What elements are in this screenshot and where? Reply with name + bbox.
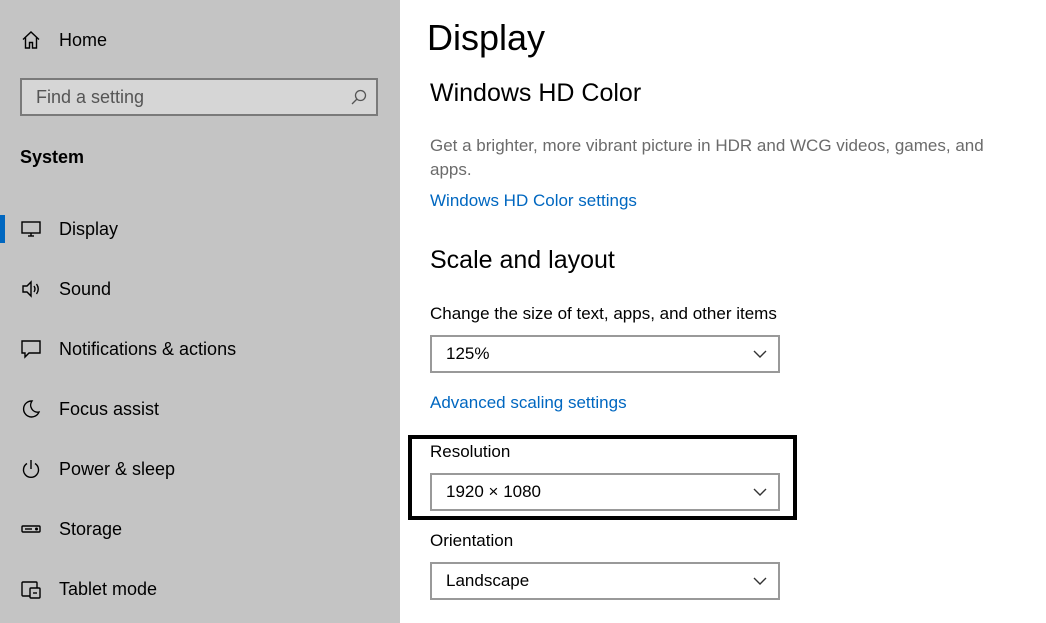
speaker-icon — [20, 278, 42, 300]
active-indicator — [0, 215, 5, 243]
settings-window: Home System Display — [0, 0, 1046, 623]
orientation-label: Orientation — [430, 531, 514, 550]
hd-color-settings-link[interactable]: Windows HD Color settings — [430, 190, 637, 212]
storage-icon — [20, 518, 42, 540]
search-icon[interactable] — [350, 88, 368, 106]
sidebar-item-label: Focus assist — [59, 399, 160, 419]
sidebar-item-label: Storage — [59, 519, 123, 539]
hd-color-description: Get a brighter, more vibrant picture in … — [430, 136, 984, 179]
page-title: Display — [427, 17, 546, 58]
main-content: Display Windows HD Color Get a brighter,… — [400, 0, 1046, 623]
notification-icon — [20, 338, 42, 360]
section-heading-scale-layout: Scale and layout — [430, 246, 615, 274]
sidebar-item-power-sleep[interactable]: Power & sleep — [0, 447, 400, 491]
resolution-label: Resolution — [430, 442, 511, 461]
sidebar-item-label: Display — [59, 219, 119, 239]
home-icon — [20, 29, 42, 51]
chevron-down-icon — [752, 346, 768, 362]
sidebar-item-tablet-mode[interactable]: Tablet mode — [0, 567, 400, 611]
advanced-scaling-link[interactable]: Advanced scaling settings — [430, 392, 627, 414]
sidebar-item-label: Sound — [59, 279, 112, 299]
nav-home-label: Home — [59, 30, 108, 50]
scale-label: Change the size of text, apps, and other… — [430, 304, 777, 323]
moon-icon — [20, 398, 42, 420]
section-heading-system: System — [20, 147, 85, 167]
orientation-dropdown-value: Landscape — [446, 571, 530, 590]
search-input[interactable] — [22, 80, 342, 114]
sidebar-item-sound[interactable]: Sound — [0, 267, 400, 311]
monitor-icon — [20, 218, 42, 240]
section-heading-hd-color: Windows HD Color — [430, 79, 642, 107]
nav-home[interactable]: Home — [0, 18, 400, 62]
resolution-dropdown-value: 1920 × 1080 — [446, 482, 542, 501]
sidebar-item-label: Tablet mode — [59, 579, 158, 599]
sidebar-item-notifications[interactable]: Notifications & actions — [0, 327, 400, 371]
scale-dropdown[interactable]: 125% — [430, 335, 780, 373]
power-icon — [20, 458, 42, 480]
search-box[interactable] — [20, 78, 378, 116]
chevron-down-icon — [752, 573, 768, 589]
sidebar-item-focus-assist[interactable]: Focus assist — [0, 387, 400, 431]
resolution-dropdown[interactable]: 1920 × 1080 — [430, 473, 780, 511]
orientation-dropdown[interactable]: Landscape — [430, 562, 780, 600]
chevron-down-icon — [752, 484, 768, 500]
scale-dropdown-value: 125% — [446, 344, 490, 363]
sidebar-item-label: Notifications & actions — [59, 339, 237, 359]
tablet-mode-icon — [20, 578, 42, 600]
sidebar: Home System Display — [0, 0, 400, 623]
sidebar-item-storage[interactable]: Storage — [0, 507, 400, 551]
sidebar-item-label: Power & sleep — [59, 459, 176, 479]
sidebar-item-display[interactable]: Display — [0, 207, 400, 251]
